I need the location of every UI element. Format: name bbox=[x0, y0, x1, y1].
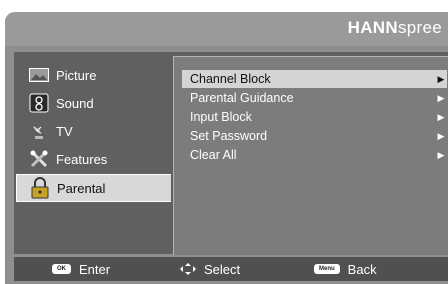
menu-item-input-block[interactable]: Input Block ▶ bbox=[182, 108, 447, 126]
menu-item-parental-guidance[interactable]: Parental Guidance ▶ bbox=[182, 89, 447, 107]
sidebar-item-label: Features bbox=[56, 151, 108, 167]
arrow-right-icon: ▶ bbox=[437, 92, 445, 103]
sidebar-item-label: TV bbox=[56, 123, 73, 139]
arrow-right-icon: ▶ bbox=[437, 149, 445, 160]
menu-item-label: Parental Guidance bbox=[190, 91, 294, 105]
menu-item-label: Input Block bbox=[190, 110, 252, 124]
sidebar-item-label: Parental bbox=[57, 180, 106, 196]
brand-logo-light: spree bbox=[397, 18, 442, 37]
arrow-right-icon: ▶ bbox=[437, 130, 445, 141]
picture-icon bbox=[28, 65, 50, 85]
brand-logo: HANNspree bbox=[348, 18, 442, 38]
hint-select: Select bbox=[180, 257, 240, 281]
ok-key-icon: OK bbox=[52, 264, 71, 274]
tv-osd-frame: HANNspree Picture Sound TV Features Pare… bbox=[5, 12, 448, 284]
sidebar: Picture Sound TV Features Parental bbox=[14, 52, 171, 254]
menu-panel: Picture Sound TV Features Parental Chann… bbox=[14, 52, 448, 255]
menu-item-set-password[interactable]: Set Password ▶ bbox=[182, 127, 447, 145]
arrow-right-icon: ▶ bbox=[437, 111, 445, 122]
sidebar-item-picture[interactable]: Picture bbox=[16, 62, 170, 88]
menu-item-label: Clear All bbox=[190, 148, 237, 162]
hint-select-label: Select bbox=[204, 261, 241, 277]
menu-item-channel-block[interactable]: Channel Block ▶ bbox=[182, 70, 447, 88]
hint-enter: OK Enter bbox=[52, 257, 110, 281]
sidebar-item-label: Picture bbox=[56, 67, 97, 83]
hint-enter-label: Enter bbox=[79, 261, 111, 277]
menu-item-clear-all[interactable]: Clear All ▶ bbox=[182, 146, 447, 164]
brand-logo-bold: HANN bbox=[347, 18, 398, 37]
padlock-icon bbox=[29, 177, 51, 199]
menu-key-icon: Menu bbox=[314, 264, 340, 274]
speaker-icon bbox=[28, 93, 50, 113]
sidebar-item-features[interactable]: Features bbox=[16, 146, 170, 172]
hint-back-label: Back bbox=[347, 261, 377, 277]
sidebar-item-label: Sound bbox=[56, 95, 94, 111]
hint-back: Menu Back bbox=[314, 257, 377, 281]
key-hint-bar: OK Enter Select Menu Back bbox=[14, 257, 448, 281]
sidebar-item-sound[interactable]: Sound bbox=[16, 90, 170, 116]
navigation-arrows-icon bbox=[180, 263, 196, 275]
arrow-right-icon: ▶ bbox=[437, 73, 445, 84]
sidebar-item-parental[interactable]: Parental bbox=[16, 174, 171, 202]
menu-item-label: Set Password bbox=[190, 129, 268, 143]
tools-icon bbox=[28, 149, 50, 169]
sidebar-item-tv[interactable]: TV bbox=[16, 118, 170, 144]
menu-item-label: Channel Block bbox=[190, 72, 271, 86]
title-bar: HANNspree bbox=[5, 12, 448, 46]
submenu-panel: Channel Block ▶ Parental Guidance ▶ Inpu… bbox=[173, 56, 448, 255]
satellite-dish-icon bbox=[28, 121, 50, 141]
